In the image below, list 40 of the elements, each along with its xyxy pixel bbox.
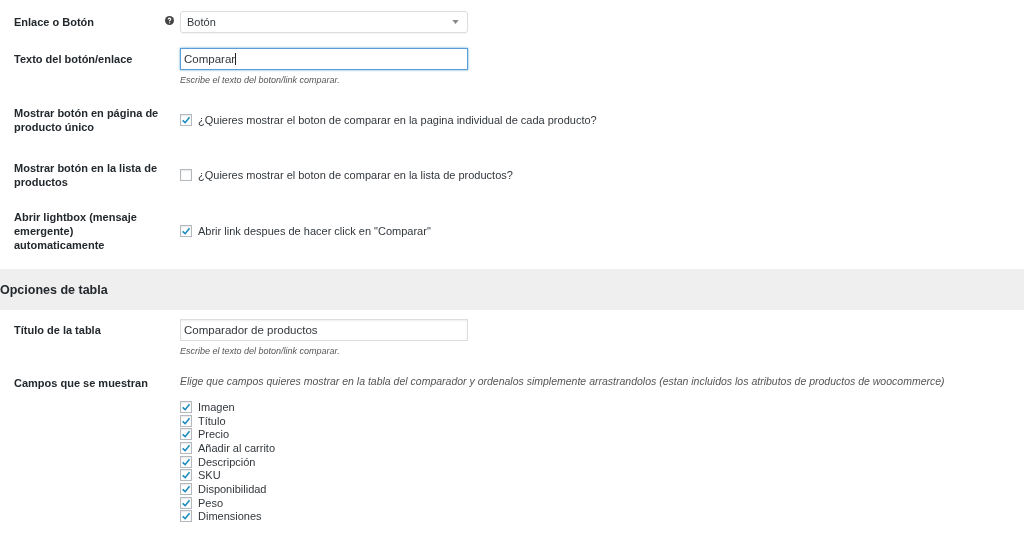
field-description: Escribe el texto del boton/link comparar. [180, 346, 341, 356]
checkbox[interactable] [180, 414, 192, 427]
text-field[interactable]: Comparador de productos [180, 319, 468, 341]
field-label: Mostrar botón en la lista de productos [14, 161, 159, 189]
help-icon[interactable] [165, 16, 174, 25]
checkbox-label: Peso [198, 496, 224, 509]
field-label: Abrir lightbox (mensaje emergente) automaticamente [14, 210, 138, 252]
checkbox[interactable] [180, 169, 192, 181]
field-description: Escribe el texto del boton/link comparar. [180, 75, 341, 85]
section-heading: Opciones de tabla [0, 282, 108, 297]
checkbox[interactable] [180, 428, 192, 441]
field-label: Mostrar botón en página de producto único [14, 106, 159, 134]
checkbox[interactable] [180, 114, 192, 126]
checkbox-label: SKU [198, 469, 221, 482]
field-label: Enlace o Botón [14, 15, 96, 29]
checkbox[interactable] [180, 482, 192, 495]
field-label: Texto del botón/enlace [14, 52, 134, 66]
checkbox-label: Añadir al carrito [198, 441, 276, 454]
field-label: Título de la tabla [14, 323, 102, 337]
checkbox-label: Imagen [198, 400, 235, 413]
checkbox-label: Abrir link despues de hacer click en "Comparar" [198, 225, 431, 237]
checkbox-label: Precio [198, 428, 230, 441]
checkbox[interactable] [180, 469, 192, 482]
checkbox[interactable] [180, 496, 192, 509]
checkbox[interactable] [180, 441, 192, 454]
text-field[interactable]: Comparar [180, 48, 468, 70]
checkbox[interactable] [180, 455, 192, 468]
field-description: Elige que campos quieres mostrar en la tabla del comparador y ordenalos simplemente arrastrandolos (estan incluidos los atributos de productos de woocommerce) [180, 375, 945, 387]
dropdown[interactable]: Botón [180, 11, 468, 33]
checkbox[interactable] [180, 400, 192, 413]
caret-icon [452, 20, 459, 24]
checkbox-label: ¿Quieres mostrar el boton de comparar en la pagina individual de cada producto? [198, 114, 597, 126]
checkbox-label: Disponibilidad [198, 482, 267, 495]
checkbox[interactable] [180, 225, 192, 237]
checkbox-label: Título [198, 414, 226, 427]
checkbox-label: Descripción [198, 455, 256, 468]
field-label: Campos que se muestran [14, 376, 149, 390]
checkbox[interactable] [180, 510, 192, 523]
checkbox-label: ¿Quieres mostrar el boton de comparar en la lista de productos? [198, 169, 513, 181]
checkbox-label: Dimensiones [198, 510, 262, 523]
